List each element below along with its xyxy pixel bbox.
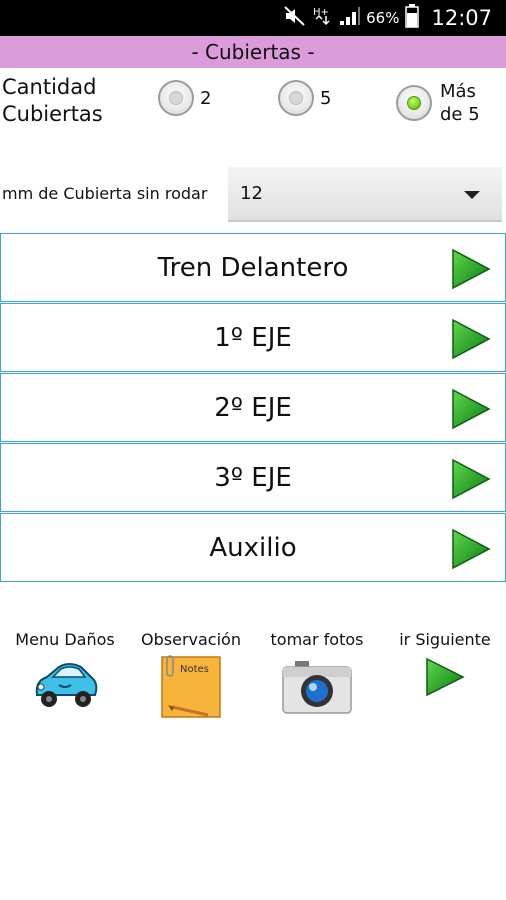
radio-option-5[interactable]: 5	[278, 80, 331, 116]
radio-circle[interactable]	[396, 85, 432, 121]
tomar-fotos-button[interactable]: tomar fotos	[258, 630, 376, 721]
clock: 12:07	[431, 6, 492, 30]
bottom-menu: Menu Daños Observación Notes tomar fotos…	[0, 630, 506, 730]
play-arrow-icon[interactable]	[451, 528, 491, 574]
axle-row-front[interactable]: Tren Delantero	[0, 233, 506, 302]
notes-icon: Notes	[132, 655, 250, 725]
quantity-label: Cantidad Cubiertas	[2, 74, 132, 128]
radio-option-more-than-5[interactable]: Más de 5	[396, 80, 480, 126]
axle-row-2[interactable]: 2º EJE	[0, 373, 506, 442]
radio-circle[interactable]	[158, 80, 194, 116]
observacion-label: Observación	[141, 630, 241, 649]
camera-icon	[258, 655, 376, 721]
axle-label: Tren Delantero	[157, 253, 349, 283]
chevron-down-icon	[464, 191, 480, 199]
axle-list: Tren Delantero 1º EJE 2º EJE 3º EJE Auxi…	[0, 233, 506, 583]
next-arrow-icon	[386, 655, 504, 703]
radio-label: 2	[200, 87, 212, 109]
play-arrow-icon[interactable]	[451, 388, 491, 434]
quantity-label-line2: Cubiertas	[2, 102, 103, 126]
radio-option-2[interactable]: 2	[158, 80, 211, 116]
status-bar: H+ 66% 12:07	[0, 0, 506, 36]
tomar-fotos-label: tomar fotos	[270, 630, 364, 649]
radio-label: 5	[320, 87, 332, 109]
tread-dropdown-value: 12	[240, 183, 263, 204]
radio-label: Más de 5	[440, 80, 480, 126]
observacion-button[interactable]: Observación Notes	[132, 630, 250, 725]
menu-danos-label: Menu Daños	[15, 630, 115, 649]
radio-circle[interactable]	[278, 80, 314, 116]
radio-dot-selected	[407, 96, 421, 110]
battery-text: 66%	[366, 9, 400, 27]
axle-row-3[interactable]: 3º EJE	[0, 443, 506, 512]
signal-icon	[338, 6, 361, 30]
radio-dot	[289, 91, 303, 105]
tread-dropdown[interactable]: 12	[228, 167, 502, 222]
axle-label: Auxilio	[209, 533, 297, 563]
play-arrow-icon[interactable]	[451, 458, 491, 504]
damaged-car-icon	[6, 655, 124, 721]
ir-siguiente-button[interactable]: ir Siguiente	[386, 630, 504, 703]
play-arrow-icon[interactable]	[451, 248, 491, 294]
axle-label: 3º EJE	[214, 463, 292, 493]
tread-label: mm de Cubierta sin rodar	[2, 184, 208, 203]
page-title: - Cubiertas -	[0, 36, 506, 68]
ir-siguiente-label: ir Siguiente	[399, 630, 491, 649]
battery-icon	[405, 4, 420, 32]
play-arrow-icon[interactable]	[451, 318, 491, 364]
svg-text:Notes: Notes	[180, 664, 209, 675]
network-hplus-icon: H+	[312, 5, 332, 31]
mute-icon	[284, 6, 306, 30]
radio-dot	[169, 91, 183, 105]
axle-label: 1º EJE	[214, 323, 292, 353]
radio-label-line2: de 5	[440, 104, 480, 125]
radio-label-line1: Más	[440, 81, 476, 102]
menu-danos-button[interactable]: Menu Daños	[6, 630, 124, 721]
axle-label: 2º EJE	[214, 393, 292, 423]
axle-row-1[interactable]: 1º EJE	[0, 303, 506, 372]
quantity-label-line1: Cantidad	[2, 75, 97, 99]
axle-row-spare[interactable]: Auxilio	[0, 513, 506, 582]
